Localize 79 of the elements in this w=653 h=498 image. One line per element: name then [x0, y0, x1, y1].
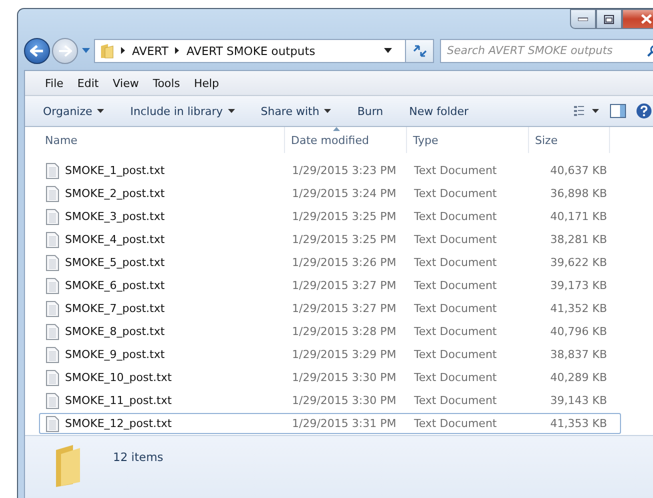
file-row[interactable]: SMOKE_3_post.txt 1/29/2015 3:25 PM Text Document 40,171 KB	[39, 206, 621, 227]
menu-item[interactable]: Help	[194, 76, 220, 90]
toolbar-button[interactable]: Burn	[357, 100, 384, 122]
table-cell-text: 40,171 KB	[549, 210, 608, 223]
menu-item[interactable]: Edit	[77, 76, 99, 90]
file-name: SMOKE_1_post.txt	[65, 164, 165, 177]
file-row[interactable]: SMOKE_11_post.txt 1/29/2015 3:30 PM Text Document 39,143 KB	[39, 390, 621, 411]
file-row[interactable]: SMOKE_4_post.txt 1/29/2015 3:25 PM Text Document 38,281 KB	[39, 229, 621, 250]
file-row[interactable]: SMOKE_8_post.txt 1/29/2015 3:28 PM Text Document 40,796 KB	[39, 321, 621, 342]
table-cell-text: 39,143 KB	[549, 394, 608, 407]
table-cell-text: 41,353 KB	[549, 417, 608, 430]
menu-item[interactable]: View	[112, 76, 139, 90]
table-cell-text: Text Document	[413, 210, 498, 223]
table-cell-text: 38,837 KB	[549, 348, 608, 361]
table-cell-text: 40,796 KB	[549, 325, 608, 338]
toolbar-button[interactable]: Include in library	[130, 100, 235, 122]
file-name: SMOKE_3_post.txt	[65, 210, 165, 223]
file-row[interactable]: SMOKE_2_post.txt 1/29/2015 3:24 PM Text Document 36,898 KB	[39, 183, 621, 204]
table-cell-text: 1/29/2015 3:31 PM	[291, 417, 398, 430]
table-cell-text: 1/29/2015 3:30 PM	[291, 371, 398, 384]
file-name: SMOKE_11_post.txt	[65, 394, 172, 407]
address-bar[interactable]: AVERT AVERT SMOKE outputs	[94, 38, 434, 63]
file-row[interactable]: SMOKE_5_post.txt 1/29/2015 3:26 PM Text Document 39,622 KB	[39, 252, 621, 273]
table-cell-text: 1/29/2015 3:28 PM	[291, 325, 398, 338]
table-cell-text: 40,289 KB	[549, 371, 608, 384]
file-name: SMOKE_7_post.txt	[65, 302, 165, 315]
toolbar-button[interactable]: Organize	[43, 100, 104, 122]
table-cell-text: 1/29/2015 3:25 PM	[291, 210, 398, 223]
table-cell-text: 1/29/2015 3:26 PM	[291, 256, 398, 269]
table-cell-text: Text Document	[413, 371, 498, 384]
table-cell-text: 36,898 KB	[549, 187, 608, 200]
table-cell-text: 1/29/2015 3:23 PM	[291, 164, 398, 177]
file-name: SMOKE_4_post.txt	[65, 233, 165, 246]
table-cell-text: Text Document	[413, 348, 498, 361]
table-cell-text: 1/29/2015 3:25 PM	[291, 233, 398, 246]
file-row[interactable]: SMOKE_10_post.txt 1/29/2015 3:30 PM Text Document 40,289 KB	[39, 367, 621, 388]
table-cell-text: Text Document	[413, 233, 498, 246]
table-cell-text: Text Document	[413, 256, 498, 269]
file-name: SMOKE_10_post.txt	[65, 371, 172, 384]
table-cell-text: 1/29/2015 3:27 PM	[291, 302, 398, 315]
table-cell-text: 1/29/2015 3:29 PM	[291, 348, 398, 361]
column-header[interactable]: Date modified	[285, 127, 407, 153]
file-row[interactable]: SMOKE_6_post.txt 1/29/2015 3:27 PM Text Document 39,173 KB	[39, 275, 621, 296]
menu-item[interactable]: Tools	[152, 76, 180, 90]
table-cell-text: Text Document	[413, 187, 498, 200]
table-cell-text: 39,622 KB	[549, 256, 608, 269]
toolbar-button[interactable]: New folder	[409, 100, 469, 122]
file-name: SMOKE_6_post.txt	[65, 279, 165, 292]
table-cell-text: Text Document	[413, 325, 498, 338]
table-cell-text: 38,281 KB	[549, 233, 608, 246]
search-field[interactable]: Search AVERT SMOKE outputs	[440, 38, 653, 63]
table-cell-text: Text Document	[413, 164, 498, 177]
menu-item[interactable]: File	[45, 76, 64, 90]
file-name: SMOKE_5_post.txt	[65, 256, 165, 269]
file-name: SMOKE_12_post.txt	[65, 417, 172, 430]
file-name: SMOKE_9_post.txt	[65, 348, 165, 361]
table-cell-text: Text Document	[413, 302, 498, 315]
column-header[interactable]: Name	[25, 127, 285, 153]
file-name: SMOKE_2_post.txt	[65, 187, 165, 200]
file-row[interactable]: SMOKE_1_post.txt 1/29/2015 3:23 PM Text Document 40,637 KB	[39, 160, 621, 181]
breadcrumb[interactable]: AVERT SMOKE outputs	[186, 44, 316, 58]
table-cell-text: 1/29/2015 3:24 PM	[291, 187, 398, 200]
column-header[interactable]: Type	[407, 127, 529, 153]
table-cell-text: Text Document	[413, 394, 498, 407]
file-row[interactable]: SMOKE_7_post.txt 1/29/2015 3:27 PM Text Document 41,352 KB	[39, 298, 621, 319]
column-header[interactable]: Size	[529, 127, 610, 153]
file-name: SMOKE_8_post.txt	[65, 325, 165, 338]
table-cell-text: 1/29/2015 3:27 PM	[291, 279, 398, 292]
file-row[interactable]: SMOKE_12_post.txt 1/29/2015 3:31 PM Text Document 41,353 KB	[39, 413, 621, 434]
toolbar-button[interactable]: Share with	[260, 100, 332, 122]
table-cell-text: 39,173 KB	[549, 279, 608, 292]
table-cell-text: Text Document	[413, 417, 498, 430]
table-cell-text: 41,352 KB	[549, 302, 608, 315]
table-cell-text: 1/29/2015 3:30 PM	[291, 394, 398, 407]
table-cell-text: 40,637 KB	[549, 164, 608, 177]
item-count: 12 items	[113, 450, 164, 464]
breadcrumb[interactable]: AVERT	[132, 44, 168, 58]
table-cell-text: Text Document	[413, 279, 498, 292]
file-row[interactable]: SMOKE_9_post.txt 1/29/2015 3:29 PM Text Document 38,837 KB	[39, 344, 621, 365]
